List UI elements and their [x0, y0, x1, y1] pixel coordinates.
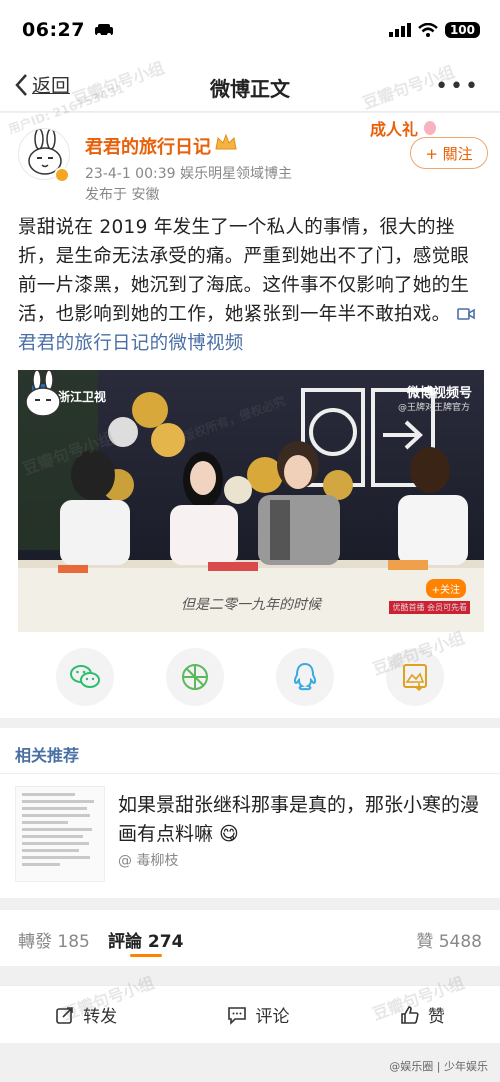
nav-bar: 返回 微博正文 •••: [0, 60, 500, 112]
video-icon: [456, 308, 475, 320]
car-icon: [94, 24, 113, 37]
wechat-share-button[interactable]: [56, 648, 114, 706]
related-headline[interactable]: 如果景甜张继科那事是真的，那张小寒的漫画有点料嘛 😋: [118, 791, 488, 849]
post-body: 景甜说在 2019 年发生了一个私人的事情，很大的挫折，是生命无法承受的痛。严重…: [18, 217, 470, 325]
tab-like[interactable]: 贊 5488: [416, 927, 482, 952]
like-label: 赞: [427, 1007, 445, 1027]
related-section: 相关推荐 如果景甜张继科那事是真的，那张小寒的漫画有点料嘛 😋 @ 毒柳枝: [0, 728, 500, 898]
post-card: 成人礼 君君的旅行日记 23-4-1 00:39 娱乐明星领域博主 发布于 安徽…: [0, 113, 500, 718]
balloon-icon: [424, 121, 437, 135]
comment-button[interactable]: 评论: [227, 1002, 289, 1027]
source-tag: @娱乐圈 | 少年娱乐: [389, 1060, 488, 1073]
verified-badge-icon: [54, 167, 70, 183]
weibo-video-sub: @王牌对王牌官方: [397, 403, 470, 413]
battery-icon: 100: [444, 22, 480, 38]
like-button[interactable]: 赞: [400, 1002, 445, 1027]
repost-label: 转发: [83, 1007, 118, 1027]
moments-share-button[interactable]: [166, 648, 224, 706]
wifi-icon: [418, 23, 438, 37]
repost-icon: [56, 1006, 73, 1024]
action-bar: 转发 评论 赞: [0, 985, 500, 1043]
status-bar: 06:27 100: [0, 0, 500, 60]
comment-label: 评论: [255, 1007, 290, 1027]
related-author[interactable]: @ 毒柳枝: [118, 850, 178, 870]
divider: [0, 773, 500, 774]
tab-active-indicator: [130, 954, 162, 957]
post-meta: 23-4-1 00:39 娱乐明星领域博主: [85, 166, 292, 182]
wechat-icon: [70, 665, 100, 688]
interaction-tabs: 轉發 185 評論 274 贊 5488: [0, 910, 500, 966]
status-right: 100: [388, 22, 480, 38]
related-title: 相关推荐: [15, 746, 80, 765]
post-location: 发布于 安徽: [85, 187, 160, 203]
video-link-label: 君君的旅行日记的微博视频: [18, 333, 244, 354]
moments-icon: [182, 664, 208, 690]
author-name[interactable]: 君君的旅行日记: [85, 133, 211, 159]
related-thumbnail[interactable]: [15, 786, 105, 882]
qq-share-button[interactable]: [276, 648, 334, 706]
status-left: 06:27: [22, 19, 115, 41]
deco-text: 成人礼: [370, 120, 419, 139]
post-text: 景甜说在 2019 年发生了一个私人的事情，很大的挫折，是生命无法承受的痛。严重…: [18, 213, 484, 358]
tab-comment[interactable]: 評論 274: [108, 927, 183, 952]
weibo-video-brand: 微博视频号: [406, 386, 472, 401]
comment-icon: [228, 1006, 247, 1025]
status-time: 06:27: [22, 19, 85, 41]
video-subtitle: 但是二零一九年的时候: [181, 597, 321, 613]
signal-icon: [388, 23, 411, 37]
save-image-icon: [403, 664, 427, 691]
more-icon[interactable]: •••: [435, 74, 480, 99]
qq-icon: [293, 662, 317, 691]
video-player[interactable]: 浙江卫视 微博视频号 @王牌对王牌官方 +关注 优酷首播 会员可先看 但是二零一…: [18, 370, 484, 632]
thumbs-up-icon: [401, 1005, 419, 1024]
tab-repost[interactable]: 轉發 185: [18, 927, 90, 952]
rabbit-icon: [25, 370, 61, 417]
share-row: [0, 648, 500, 706]
page-title: 微博正文: [210, 77, 290, 101]
crown-icon: [215, 133, 237, 150]
follow-button[interactable]: + 關注: [410, 137, 488, 169]
repost-button[interactable]: 转发: [55, 1002, 117, 1027]
save-image-button[interactable]: [386, 648, 444, 706]
